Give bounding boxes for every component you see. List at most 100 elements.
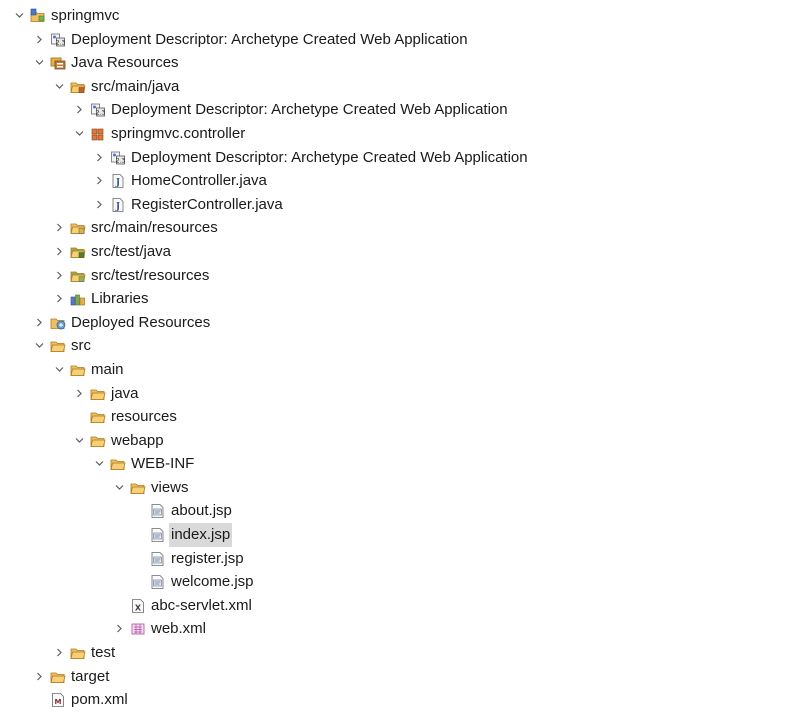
folder-open-icon: [70, 645, 86, 661]
chevron-down-icon[interactable]: [32, 334, 46, 358]
tree-item[interactable]: src/test/resources: [0, 264, 805, 288]
deployed-resources-icon: [50, 315, 66, 331]
chevron-right-icon[interactable]: [52, 287, 66, 311]
tree-item-label: src/test/java: [91, 242, 172, 260]
tree-item[interactable]: springmvc.controller: [0, 122, 805, 146]
tree-item[interactable]: M pom.xml: [0, 688, 805, 712]
chevron-right-icon[interactable]: [52, 216, 66, 240]
tree-item-label: Java Resources: [71, 54, 179, 72]
tree-item[interactable]: webapp: [0, 429, 805, 453]
chevron-right-icon[interactable]: [32, 28, 46, 52]
tree-item-label: about.jsp: [171, 502, 232, 520]
tree-item[interactable]: welcome.jsp: [0, 570, 805, 594]
libraries-icon: [70, 291, 86, 307]
folder-open-icon: [90, 409, 106, 425]
chevron-down-icon[interactable]: [12, 4, 26, 28]
tree-item[interactable]: test: [0, 641, 805, 665]
chevron-down-icon[interactable]: [112, 476, 126, 500]
tree-item[interactable]: resources: [0, 405, 805, 429]
chevron-right-icon[interactable]: [112, 617, 126, 641]
tree-item-label: main: [91, 360, 124, 378]
tree-item-label: Deployment Descriptor: Archetype Created…: [111, 101, 508, 119]
chevron-right-icon[interactable]: [92, 146, 106, 170]
chevron-right-icon[interactable]: [32, 311, 46, 335]
project-icon: [30, 8, 46, 24]
tree-item[interactable]: register.jsp: [0, 547, 805, 571]
svg-text:2.3: 2.3: [96, 110, 106, 117]
tree-item[interactable]: springmvc: [0, 4, 805, 28]
tree-item-label: Deployment Descriptor: Archetype Created…: [71, 30, 468, 48]
tree-item[interactable]: src/main/resources: [0, 216, 805, 240]
svg-text:2.3: 2.3: [116, 157, 126, 164]
folder-open-icon: [110, 456, 126, 472]
svg-text:X: X: [135, 603, 142, 612]
tree-item[interactable]: WEB-INF: [0, 452, 805, 476]
svg-text:J: J: [115, 202, 120, 212]
tree-item-label: pom.xml: [71, 691, 128, 709]
tree-item-label: index.jsp: [169, 523, 233, 547]
tree-item[interactable]: X abc-servlet.xml: [0, 594, 805, 618]
tree-item[interactable]: src: [0, 334, 805, 358]
tree-item-label: welcome.jsp: [171, 573, 254, 591]
folder-open-icon: [50, 338, 66, 354]
xml-file-icon: X: [130, 598, 146, 614]
jsp-file-icon: [150, 551, 166, 567]
tree-item-label: Deployed Resources: [71, 313, 211, 331]
svg-text:M: M: [55, 698, 62, 706]
tree-item[interactable]: src/main/java: [0, 75, 805, 99]
tree-item[interactable]: 2.3 Deployment Descriptor: Archetype Cre…: [0, 146, 805, 170]
chevron-right-icon[interactable]: [92, 169, 106, 193]
tree-item[interactable]: 2.3 Deployment Descriptor: Archetype Cre…: [0, 98, 805, 122]
tree-item-label: HomeController.java: [131, 172, 267, 190]
java-file-icon: J: [110, 197, 126, 213]
tree-item[interactable]: main: [0, 358, 805, 382]
tree-item-label: Libraries: [91, 290, 149, 308]
tree-item[interactable]: J RegisterController.java: [0, 193, 805, 217]
tree-item[interactable]: J HomeController.java: [0, 169, 805, 193]
jsp-file-icon: [150, 527, 166, 543]
svg-text:J: J: [115, 178, 120, 188]
tree-item-label: register.jsp: [171, 549, 244, 567]
maven-pom-icon: M: [50, 692, 66, 708]
tree-item[interactable]: 2.3 Deployment Descriptor: Archetype Cre…: [0, 28, 805, 52]
tree-item-label: src: [71, 337, 91, 355]
tree-item-label: web.xml: [151, 620, 207, 638]
tree-item-label: views: [151, 478, 189, 496]
chevron-right-icon[interactable]: [72, 98, 86, 122]
chevron-down-icon[interactable]: [52, 358, 66, 382]
deployment-descriptor-icon: 2.3: [50, 32, 66, 48]
tree-item-label: WEB-INF: [131, 455, 195, 473]
tree-item[interactable]: web.xml: [0, 617, 805, 641]
tree-item[interactable]: Deployed Resources: [0, 311, 805, 335]
tree-item-label: webapp: [111, 431, 164, 449]
tree-item[interactable]: index.jsp: [0, 523, 805, 547]
chevron-down-icon[interactable]: [92, 452, 106, 476]
tree-item-label: Deployment Descriptor: Archetype Created…: [131, 148, 528, 166]
folder-open-icon: [70, 362, 86, 378]
tree-item[interactable]: target: [0, 665, 805, 689]
chevron-down-icon[interactable]: [52, 75, 66, 99]
tree-item[interactable]: views: [0, 476, 805, 500]
deployment-descriptor-icon: 2.3: [90, 102, 106, 118]
test-source-folder-icon: [70, 244, 86, 260]
tree-item[interactable]: Libraries: [0, 287, 805, 311]
chevron-down-icon[interactable]: [72, 429, 86, 453]
jsp-file-icon: [150, 574, 166, 590]
test-resource-folder-icon: [70, 268, 86, 284]
chevron-right-icon[interactable]: [72, 382, 86, 406]
chevron-right-icon[interactable]: [32, 665, 46, 689]
chevron-down-icon[interactable]: [32, 51, 46, 75]
folder-open-icon: [90, 433, 106, 449]
chevron-right-icon[interactable]: [52, 264, 66, 288]
tree-item[interactable]: about.jsp: [0, 499, 805, 523]
tree-item[interactable]: src/test/java: [0, 240, 805, 264]
tree-item[interactable]: Java Resources: [0, 51, 805, 75]
chevron-right-icon[interactable]: [92, 193, 106, 217]
chevron-right-icon[interactable]: [52, 240, 66, 264]
chevron-right-icon[interactable]: [52, 641, 66, 665]
chevron-down-icon[interactable]: [72, 122, 86, 146]
tree-item[interactable]: java: [0, 382, 805, 406]
tree-item-label: src/main/resources: [91, 219, 218, 237]
tree-item-label: test: [91, 644, 116, 662]
jsp-file-icon: [150, 503, 166, 519]
